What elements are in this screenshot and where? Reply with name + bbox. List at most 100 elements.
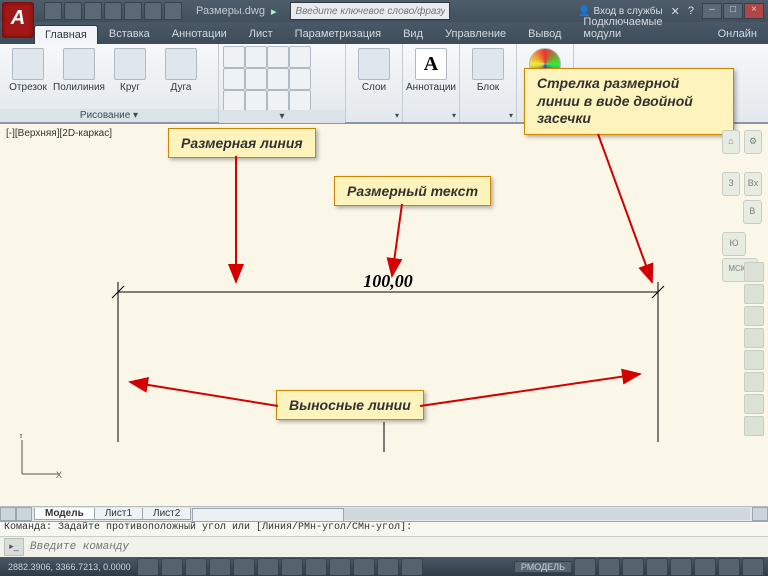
polar-icon[interactable] bbox=[209, 558, 231, 576]
zoom-icon[interactable] bbox=[744, 306, 764, 326]
chevron-right-icon[interactable]: ▸ bbox=[271, 5, 277, 18]
modify-panel-title[interactable]: ▾ bbox=[219, 110, 345, 123]
arc-button[interactable]: Дуга bbox=[157, 46, 205, 95]
block-button[interactable]: Блок bbox=[464, 46, 512, 95]
layers-button[interactable]: Слои bbox=[350, 46, 398, 95]
qat-saveas-icon[interactable] bbox=[104, 2, 122, 20]
showmotion-icon[interactable] bbox=[744, 350, 764, 370]
nav-gear-icon[interactable]: ⚙ bbox=[744, 130, 762, 154]
clean-icon[interactable] bbox=[742, 558, 764, 576]
isolate-icon[interactable] bbox=[718, 558, 740, 576]
osnap-icon[interactable] bbox=[233, 558, 255, 576]
qat-open-icon[interactable] bbox=[64, 2, 82, 20]
status-mode[interactable]: РМОДЕЛЬ bbox=[514, 561, 572, 573]
sheet-tab-1[interactable]: Лист1 bbox=[94, 508, 143, 520]
workspace-icon[interactable] bbox=[646, 558, 668, 576]
nav-face-front[interactable]: Вх bbox=[744, 172, 762, 196]
copy-icon[interactable] bbox=[223, 68, 245, 90]
command-toggle-icon[interactable]: ▸_ bbox=[4, 538, 24, 556]
ucs-icon[interactable]: YX bbox=[16, 434, 62, 480]
qat-undo-icon[interactable] bbox=[144, 2, 162, 20]
steering-wheel-icon[interactable] bbox=[744, 262, 764, 282]
maximize-button[interactable]: □ bbox=[723, 3, 743, 19]
tab-plugins[interactable]: Подключаемые модули bbox=[572, 12, 706, 44]
nav-more-icon[interactable] bbox=[744, 372, 764, 392]
nav-home[interactable]: Ю bbox=[722, 232, 746, 256]
nav-face-3[interactable]: 3 bbox=[722, 172, 740, 196]
layout-tabs-bar: Модель Лист1 Лист2 bbox=[0, 506, 768, 521]
command-line: ▸_ bbox=[0, 536, 768, 557]
grid-icon[interactable] bbox=[161, 558, 183, 576]
scale-icon[interactable] bbox=[245, 90, 267, 112]
tab-online[interactable]: Онлайн bbox=[707, 24, 768, 44]
polyline-button[interactable]: Полилиния bbox=[55, 46, 103, 95]
sc-icon[interactable] bbox=[401, 558, 423, 576]
status-bar: 2882.3906, 3366.7213, 0.0000 РМОДЕЛЬ bbox=[0, 557, 768, 576]
scroll-end-icon[interactable] bbox=[752, 507, 768, 521]
trim-icon[interactable] bbox=[267, 46, 289, 68]
offset-icon[interactable] bbox=[267, 90, 289, 112]
search-input[interactable] bbox=[290, 2, 450, 20]
viewport-label[interactable]: [-][Верхняя][2D-каркас] bbox=[6, 128, 112, 139]
snap-icon[interactable] bbox=[137, 558, 159, 576]
qat-new-icon[interactable] bbox=[44, 2, 62, 20]
fillet-icon[interactable] bbox=[267, 68, 289, 90]
pan-icon[interactable] bbox=[744, 284, 764, 304]
tab-parametric[interactable]: Параметризация bbox=[284, 24, 392, 44]
tab-layout[interactable]: Лист bbox=[238, 24, 284, 44]
array-icon[interactable] bbox=[289, 68, 311, 90]
erase-icon[interactable] bbox=[289, 90, 311, 112]
sheet-tab-2[interactable]: Лист2 bbox=[142, 508, 191, 520]
annoscale-icon[interactable] bbox=[622, 558, 644, 576]
lwt-icon[interactable] bbox=[329, 558, 351, 576]
svg-text:X: X bbox=[56, 470, 62, 480]
hscroll-thumb[interactable] bbox=[192, 508, 344, 522]
tab-output[interactable]: Вывод bbox=[517, 24, 572, 44]
status-s1-icon[interactable] bbox=[574, 558, 596, 576]
tab-home[interactable]: Главная bbox=[34, 25, 98, 44]
close-button[interactable]: × bbox=[744, 3, 764, 19]
line-button[interactable]: Отрезок bbox=[4, 46, 52, 95]
circle-button[interactable]: Круг bbox=[106, 46, 154, 95]
scroll-left-icon[interactable] bbox=[0, 507, 16, 521]
tab-annotate[interactable]: Аннотации bbox=[161, 24, 238, 44]
stretch-icon[interactable] bbox=[223, 90, 245, 112]
tab-manage[interactable]: Управление bbox=[434, 24, 517, 44]
move-icon[interactable] bbox=[223, 46, 245, 68]
qp-icon[interactable] bbox=[377, 558, 399, 576]
tab-insert[interactable]: Вставка bbox=[98, 24, 161, 44]
nav-extra2-icon[interactable] bbox=[744, 416, 764, 436]
mirror-icon[interactable] bbox=[245, 68, 267, 90]
quick-access-toolbar bbox=[44, 2, 182, 20]
app-logo[interactable]: A bbox=[2, 2, 34, 38]
osnap3d-icon[interactable] bbox=[257, 558, 279, 576]
otrack-icon[interactable] bbox=[281, 558, 303, 576]
orbit-icon[interactable] bbox=[744, 328, 764, 348]
callout-ext: Выносные линии bbox=[276, 390, 424, 420]
ortho-icon[interactable] bbox=[185, 558, 207, 576]
qat-redo-icon[interactable] bbox=[164, 2, 182, 20]
sheet-tab-model[interactable]: Модель bbox=[34, 508, 95, 520]
draw-panel-title[interactable]: Рисование ▾ bbox=[0, 109, 218, 122]
status-s2-icon[interactable] bbox=[598, 558, 620, 576]
annotation-button[interactable]: AАннотации bbox=[407, 46, 455, 95]
lock-icon[interactable] bbox=[670, 558, 692, 576]
dyn-icon[interactable] bbox=[305, 558, 327, 576]
callout-tick: Стрелка размерной линии в виде двойной з… bbox=[524, 68, 734, 135]
nav-extra1-icon[interactable] bbox=[744, 394, 764, 414]
hardware-icon[interactable] bbox=[694, 558, 716, 576]
drawing-canvas[interactable]: [-][Верхняя][2D-каркас] 100,00 Размерная… bbox=[0, 123, 768, 506]
rotate-icon[interactable] bbox=[245, 46, 267, 68]
command-input[interactable] bbox=[28, 540, 768, 554]
hscroll-track[interactable] bbox=[192, 508, 750, 520]
scroll-right-icon[interactable] bbox=[16, 507, 32, 521]
extend-icon[interactable] bbox=[289, 46, 311, 68]
nav-face-right[interactable]: В bbox=[743, 200, 762, 224]
qat-save-icon[interactable] bbox=[84, 2, 102, 20]
nav-top[interactable]: ⌂ bbox=[722, 130, 740, 154]
tab-view[interactable]: Вид bbox=[392, 24, 434, 44]
qat-plot-icon[interactable] bbox=[124, 2, 142, 20]
tpy-icon[interactable] bbox=[353, 558, 375, 576]
status-coords[interactable]: 2882.3906, 3366.7213, 0.0000 bbox=[4, 562, 135, 572]
svg-text:Y: Y bbox=[18, 434, 24, 440]
